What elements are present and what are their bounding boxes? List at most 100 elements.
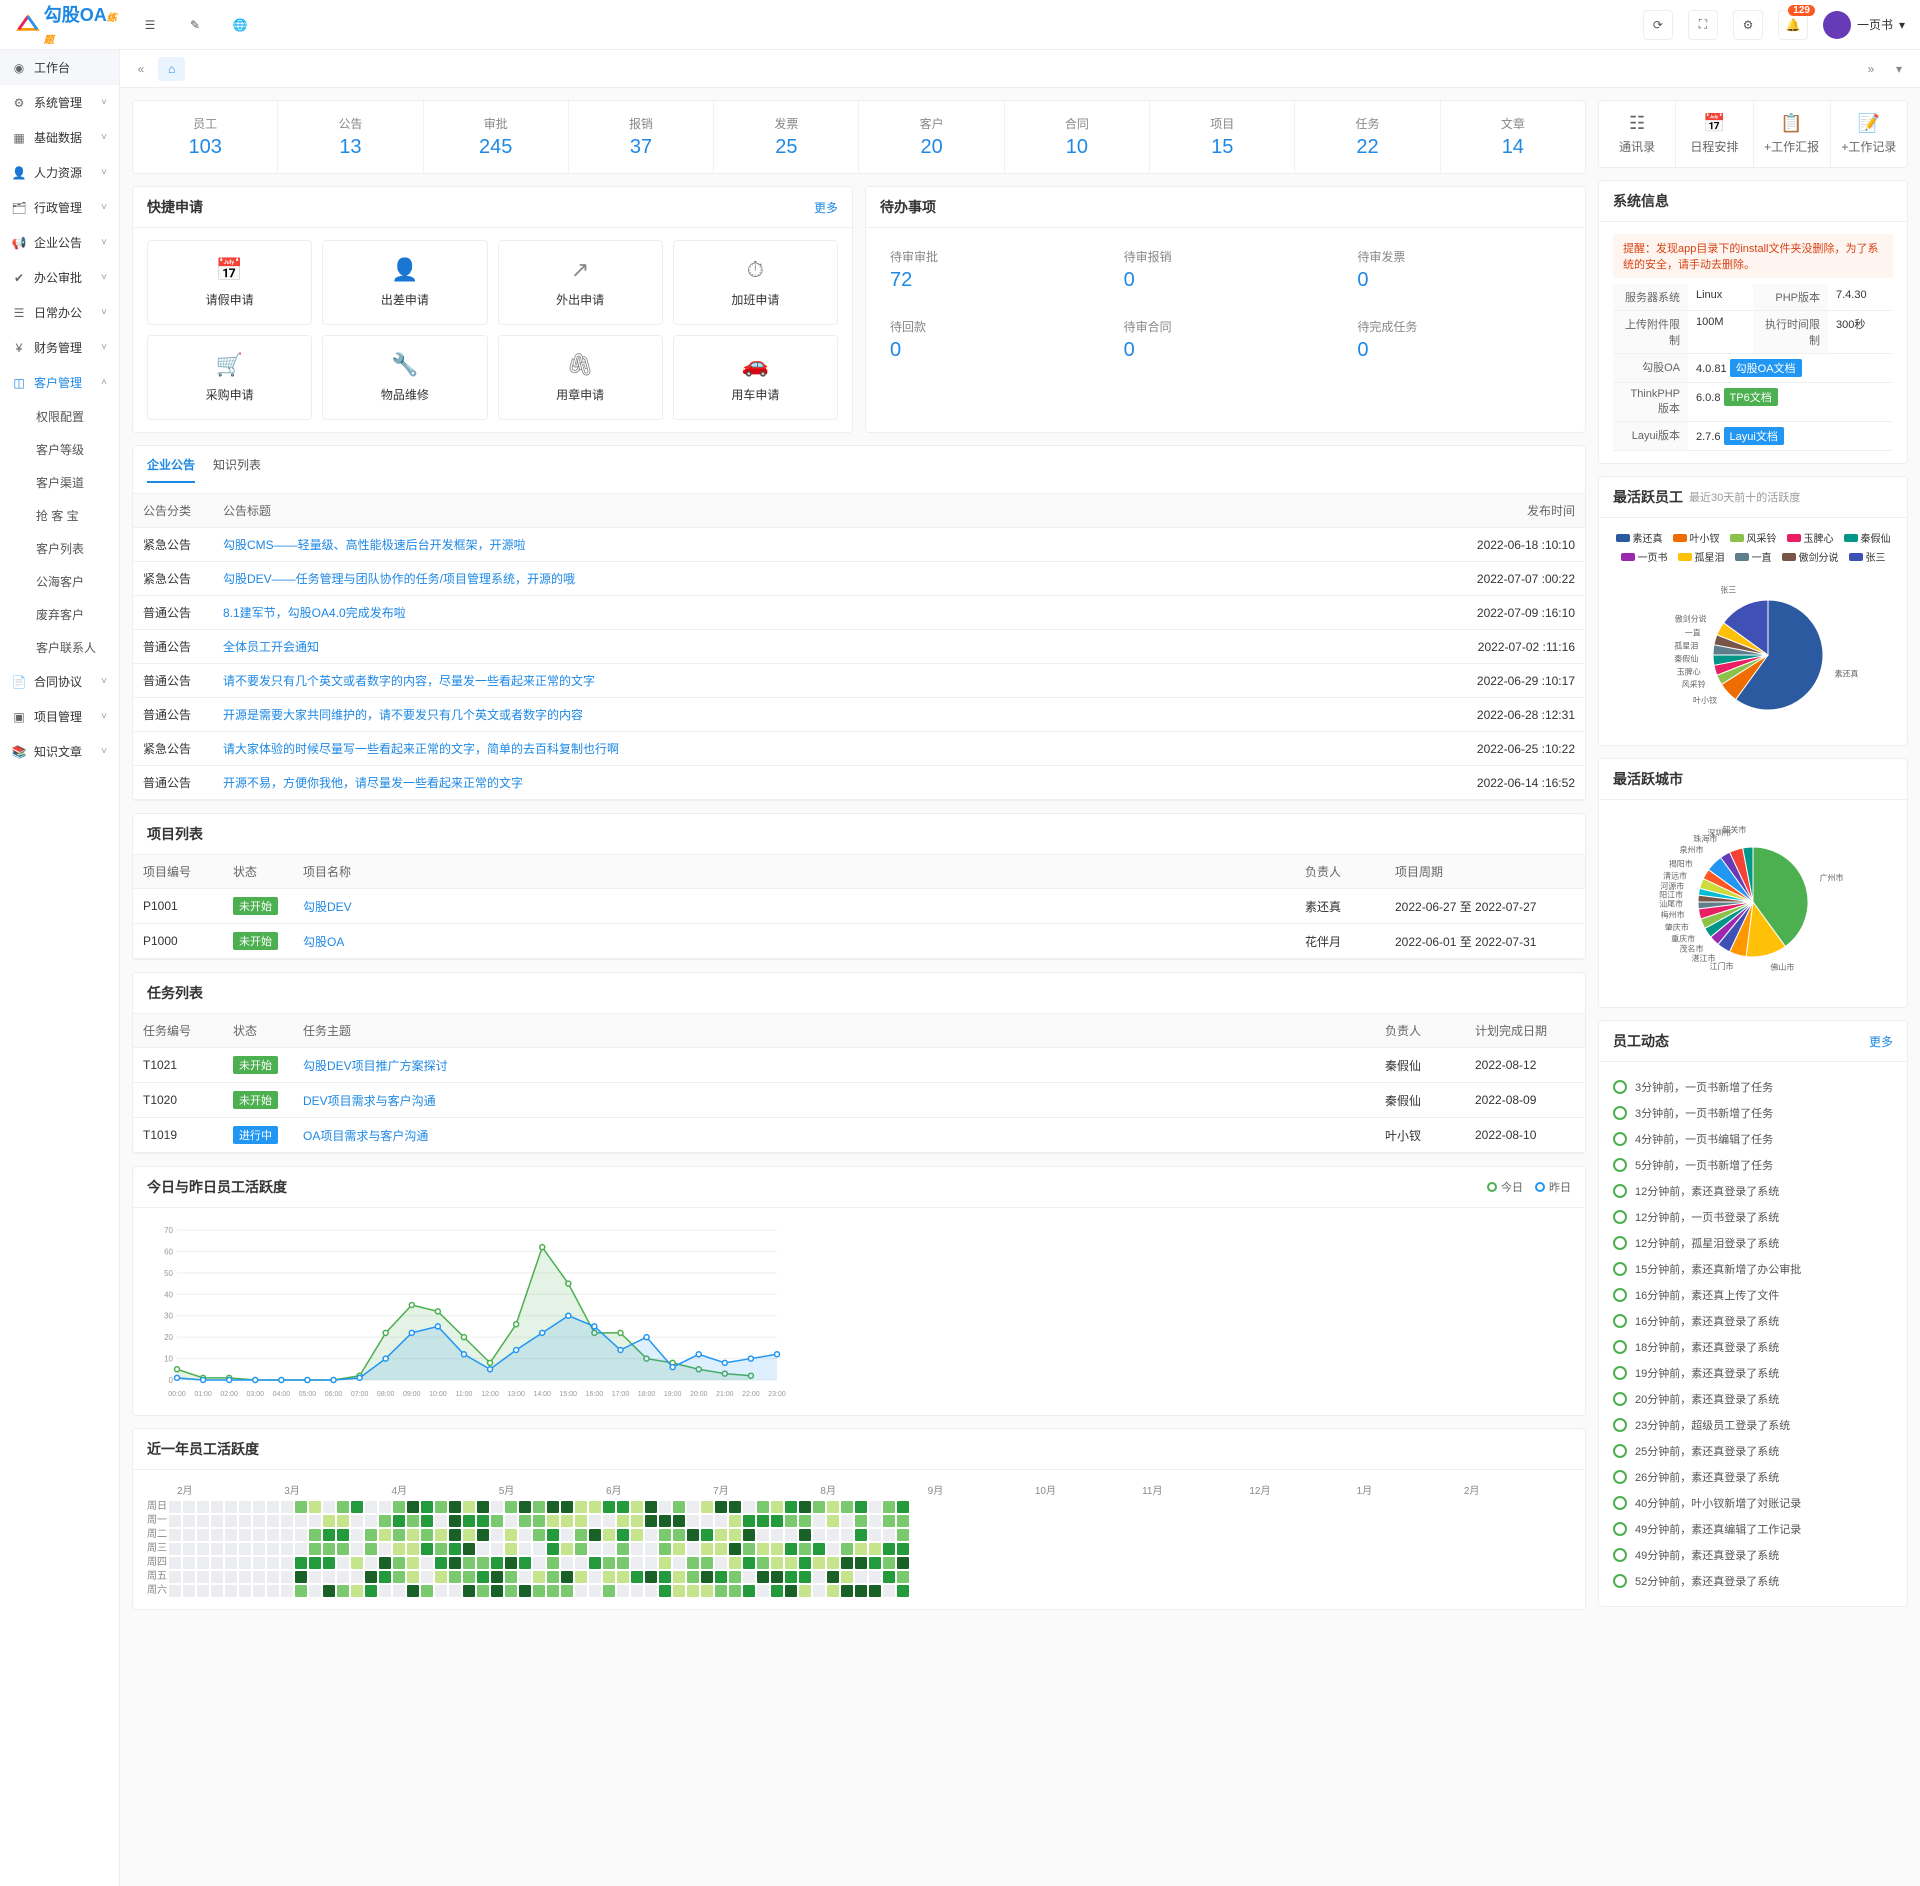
sidebar-item-7[interactable]: ¥财务管理˅ [0, 330, 119, 365]
sidebar-sub-0[interactable]: 权限配置 [0, 400, 119, 433]
sidebar-sub-1[interactable]: 客户等级 [0, 433, 119, 466]
stat-合同[interactable]: 合同10 [1005, 101, 1150, 173]
heat-cell [785, 1501, 797, 1513]
stat-报销[interactable]: 报销37 [569, 101, 714, 173]
heat-cell [323, 1515, 335, 1527]
rquick-+工作汇报[interactable]: 📋+工作汇报 [1754, 101, 1831, 167]
rquick-+工作记录[interactable]: 📝+工作记录 [1831, 101, 1907, 167]
project-row[interactable]: P1001未开始勾股DEV素还真2022-06-27 至 2022-07-27 [133, 889, 1585, 924]
sidebar-sub-5[interactable]: 公海客户 [0, 565, 119, 598]
notice-row[interactable]: 普通公告请不要发只有几个英文或者数字的内容，尽量发一些看起来正常的文字2022-… [133, 664, 1585, 698]
heat-cell [197, 1543, 209, 1555]
heat-cell [757, 1515, 769, 1527]
notice-row[interactable]: 普通公告开源是需要大家共同维护的，请不要发只有几个英文或者数字的内容2022-0… [133, 698, 1585, 732]
heat-cell [785, 1557, 797, 1569]
quick-外出申请[interactable]: ↗外出申请 [498, 240, 663, 325]
notice-row[interactable]: 普通公告开源不易，方便你我他，请尽量发一些看起来正常的文字2022-06-14 … [133, 766, 1585, 800]
todo-待审发票[interactable]: 待审发票0 [1347, 240, 1571, 300]
notice-row[interactable]: 紧急公告勾股DEV——任务管理与团队协作的任务/项目管理系统，开源的哦2022-… [133, 562, 1585, 596]
quick-用车申请[interactable]: 🚗用车申请 [673, 335, 838, 420]
todo-待审合同[interactable]: 待审合同0 [1114, 310, 1338, 370]
project-row[interactable]: P1000未开始勾股OA花伴月2022-06-01 至 2022-07-31 [133, 924, 1585, 959]
quick-采购申请[interactable]: 🛒采购申请 [147, 335, 312, 420]
todo-待完成任务[interactable]: 待完成任务0 [1347, 310, 1571, 370]
tab-prev-icon[interactable]: « [130, 58, 152, 80]
menu-icon: ☰ [12, 306, 26, 320]
quick-物品维修[interactable]: 🔧物品维修 [322, 335, 487, 420]
task-row[interactable]: T1019进行中OA项目需求与客户沟通叶小钗2022-08-10 [133, 1118, 1585, 1153]
sidebar-item-3[interactable]: 🗂行政管理˅ [0, 190, 119, 225]
sidebar-item-5[interactable]: ✔办公审批˅ [0, 260, 119, 295]
stat-审批[interactable]: 审批245 [424, 101, 569, 173]
user-menu[interactable]: 一页书 ▾ [1823, 11, 1905, 39]
task-row[interactable]: T1020未开始DEV项目需求与客户沟通秦假仙2022-08-09 [133, 1083, 1585, 1118]
sidebar-sub-7[interactable]: 客户联系人 [0, 631, 119, 664]
heat-cell [827, 1501, 839, 1513]
menu-toggle-icon[interactable]: ☰ [135, 10, 165, 40]
tab-home[interactable]: ⌂ [158, 57, 185, 81]
brush-icon[interactable]: ✎ [180, 10, 210, 40]
sidebar-sub-4[interactable]: 客户列表 [0, 532, 119, 565]
sidebar-sub-6[interactable]: 废弃客户 [0, 598, 119, 631]
todo-待审审批[interactable]: 待审审批72 [880, 240, 1104, 300]
heat-cell [799, 1571, 811, 1583]
sidebar-workbench[interactable]: ◉工作台 [0, 50, 119, 85]
rquick-通讯录[interactable]: ☷通讯录 [1599, 101, 1676, 167]
quick-用章申请[interactable]: 🖇用章申请 [498, 335, 663, 420]
active-city-card: 最活跃城市 广州市佛山市江门市湛江市茂名市重庆市肇庆市梅州市汕尾市阳江市河源市清… [1598, 758, 1908, 1008]
stat-项目[interactable]: 项目15 [1150, 101, 1295, 173]
sidebar-customer[interactable]: ◫客户管理˄ [0, 365, 119, 400]
rquick-日程安排[interactable]: 📅日程安排 [1676, 101, 1753, 167]
tab-next-icon[interactable]: » [1860, 58, 1882, 80]
sidebar-item-2[interactable]: 👤人力资源˅ [0, 155, 119, 190]
globe-icon[interactable]: 🌐 [225, 10, 255, 40]
quick-出差申请[interactable]: 👤出差申请 [322, 240, 487, 325]
heat-cell [183, 1571, 195, 1583]
stat-客户[interactable]: 客户20 [859, 101, 1004, 173]
heat-cell [407, 1543, 419, 1555]
heat-cell [253, 1529, 265, 1541]
notice-row[interactable]: 紧急公告勾股CMS——轻量级、高性能极速后台开发框架，开源啦2022-06-18… [133, 528, 1585, 562]
tab-knowledge[interactable]: 知识列表 [213, 456, 261, 483]
logo[interactable]: 勾股OA练题 [15, 1, 120, 48]
heat-cell [463, 1515, 475, 1527]
sidebar-item-1[interactable]: ▦基础数据˅ [0, 120, 119, 155]
quick-请假申请[interactable]: 📅请假申请 [147, 240, 312, 325]
heat-cell [337, 1571, 349, 1583]
todo-待回款[interactable]: 待回款0 [880, 310, 1104, 370]
quick-more[interactable]: 更多 [814, 199, 838, 216]
chevron-down-icon: ˅ [101, 97, 107, 108]
stat-发票[interactable]: 发票25 [714, 101, 859, 173]
todo-待审报销[interactable]: 待审报销0 [1114, 240, 1338, 300]
sidebar-tail-1[interactable]: ▣项目管理˅ [0, 699, 119, 734]
quick-加班申请[interactable]: ⏱加班申请 [673, 240, 838, 325]
heat-cell [547, 1557, 559, 1569]
tab-notice[interactable]: 企业公告 [147, 456, 195, 483]
stat-任务[interactable]: 任务22 [1295, 101, 1440, 173]
heat-cell [561, 1571, 573, 1583]
notice-row[interactable]: 紧急公告请大家体验的时候尽量写一些看起来正常的文字，简单的去百科复制也行啊202… [133, 732, 1585, 766]
sidebar-item-0[interactable]: ⚙系统管理˅ [0, 85, 119, 120]
refresh-icon[interactable]: ⟳ [1643, 10, 1673, 40]
sidebar-sub-3[interactable]: 抢 客 宝 [0, 499, 119, 532]
heat-cell [757, 1529, 769, 1541]
sidebar-item-6[interactable]: ☰日常办公˅ [0, 295, 119, 330]
notifications-icon[interactable]: 🔔129 [1778, 10, 1808, 40]
sidebar-item-4[interactable]: 📢企业公告˅ [0, 225, 119, 260]
fullscreen-icon[interactable]: ⛶ [1688, 10, 1718, 40]
stat-文章[interactable]: 文章14 [1441, 101, 1585, 173]
city-pie-chart: 广州市佛山市江门市湛江市茂名市重庆市肇庆市梅州市汕尾市阳江市河源市清远市揭阳市泉… [1613, 812, 1893, 992]
heat-cell [239, 1515, 251, 1527]
stat-员工[interactable]: 员工103 [133, 101, 278, 173]
tab-menu-icon[interactable]: ▾ [1888, 58, 1910, 80]
sidebar-tail-0[interactable]: 📄合同协议˅ [0, 664, 119, 699]
stat-公告[interactable]: 公告13 [278, 101, 423, 173]
feed-more[interactable]: 更多 [1869, 1033, 1893, 1050]
sidebar-tail-2[interactable]: 📚知识文章˅ [0, 734, 119, 769]
notice-row[interactable]: 普通公告8.1建军节，勾股OA4.0完成发布啦2022-07-09 :16:10 [133, 596, 1585, 630]
notice-row[interactable]: 普通公告全体员工开会通知2022-07-02 :11:16 [133, 630, 1585, 664]
heat-cell [659, 1571, 671, 1583]
settings-icon[interactable]: ⚙ [1733, 10, 1763, 40]
sidebar-sub-2[interactable]: 客户渠道 [0, 466, 119, 499]
task-row[interactable]: T1021未开始勾股DEV项目推广方案探讨秦假仙2022-08-12 [133, 1048, 1585, 1083]
